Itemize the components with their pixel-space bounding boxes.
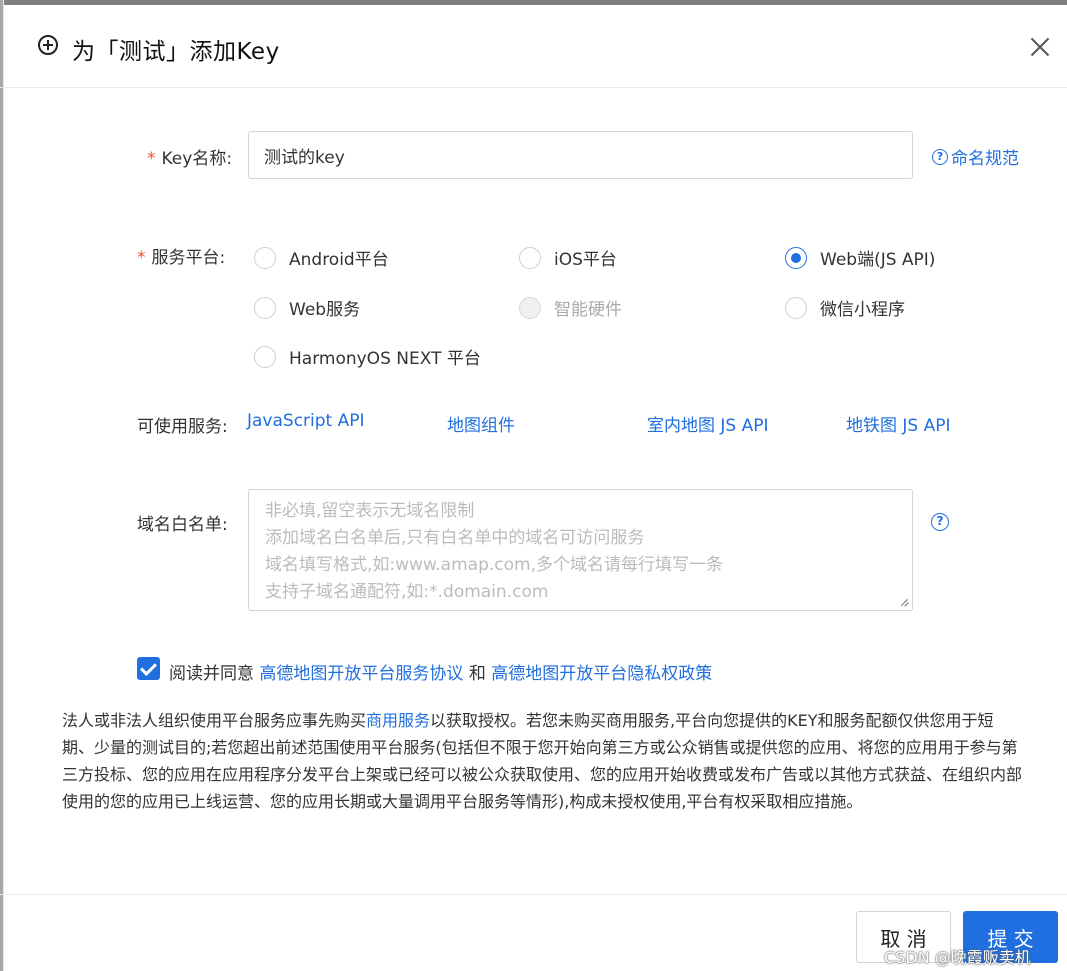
watermark: CSDN @晚霞贩卖机 — [884, 948, 1031, 967]
radio-ios[interactable]: iOS平台 — [519, 245, 617, 270]
radio-harmonyos-next[interactable]: HarmonyOS NEXT 平台 — [254, 344, 481, 369]
service-link-indoor-map[interactable]: 室内地图 JS API — [647, 411, 769, 436]
radio-web-js-api[interactable]: Web端(JS API) — [785, 245, 935, 270]
key-name-input[interactable] — [248, 131, 913, 179]
whitelist-help-icon[interactable]: ? — [931, 510, 949, 531]
service-agreement-link[interactable]: 高德地图开放平台服务协议 — [259, 664, 463, 684]
agree-checkbox[interactable] — [137, 657, 160, 680]
dialog-title: 为「测试」添加Key — [72, 39, 280, 65]
privacy-policy-link[interactable]: 高德地图开放平台隐私权政策 — [491, 664, 712, 684]
authorization-notice: 法人或非法人组织使用平台服务应事先购买商用服务以获取授权。若您未购买商用服务,平… — [62, 711, 1023, 811]
radio-android[interactable]: Android平台 — [254, 245, 389, 270]
radio-web-service[interactable]: Web服务 — [254, 295, 360, 320]
radio-circle-checked — [785, 246, 807, 269]
radio-circle — [785, 296, 807, 319]
resize-handle-icon[interactable] — [898, 596, 910, 608]
radio-circle — [519, 246, 541, 269]
close-icon[interactable] — [1028, 35, 1052, 59]
key-name-label: * Key名称: — [147, 149, 233, 169]
service-link-javascript-api[interactable]: JavaScript API — [247, 411, 365, 431]
dialog-header: 为「测试」添加Key — [0, 5, 1067, 88]
agreement-text: 阅读并同意 高德地图开放平台服务协议 和 高德地图开放平台隐私权政策 — [169, 664, 713, 684]
radio-smart-hardware: 智能硬件 — [519, 295, 622, 320]
service-link-subway-map[interactable]: 地铁图 JS API — [846, 411, 951, 436]
window-left-border-inner — [3, 0, 4, 971]
radio-wechat-miniprogram[interactable]: 微信小程序 — [785, 295, 905, 320]
required-mark: * — [147, 149, 156, 169]
whitelist-label: 域名白名单: — [137, 515, 228, 535]
platform-label: * 服务平台: — [137, 248, 226, 268]
question-circle-icon: ? — [932, 148, 948, 165]
radio-circle — [254, 246, 276, 269]
radio-circle-disabled — [519, 296, 541, 319]
service-link-map-component[interactable]: 地图组件 — [447, 411, 515, 436]
plus-circle-icon — [38, 35, 58, 55]
naming-rules-link[interactable]: ? 命名规范 — [932, 144, 1019, 169]
radio-circle — [254, 296, 276, 319]
required-mark: * — [137, 248, 146, 268]
domain-whitelist-textarea[interactable] — [248, 489, 913, 611]
commercial-service-link[interactable]: 商用服务 — [366, 711, 430, 730]
radio-circle — [254, 345, 276, 368]
footer-divider — [0, 894, 1067, 895]
services-label: 可使用服务: — [137, 417, 228, 437]
question-circle-icon: ? — [931, 513, 949, 531]
